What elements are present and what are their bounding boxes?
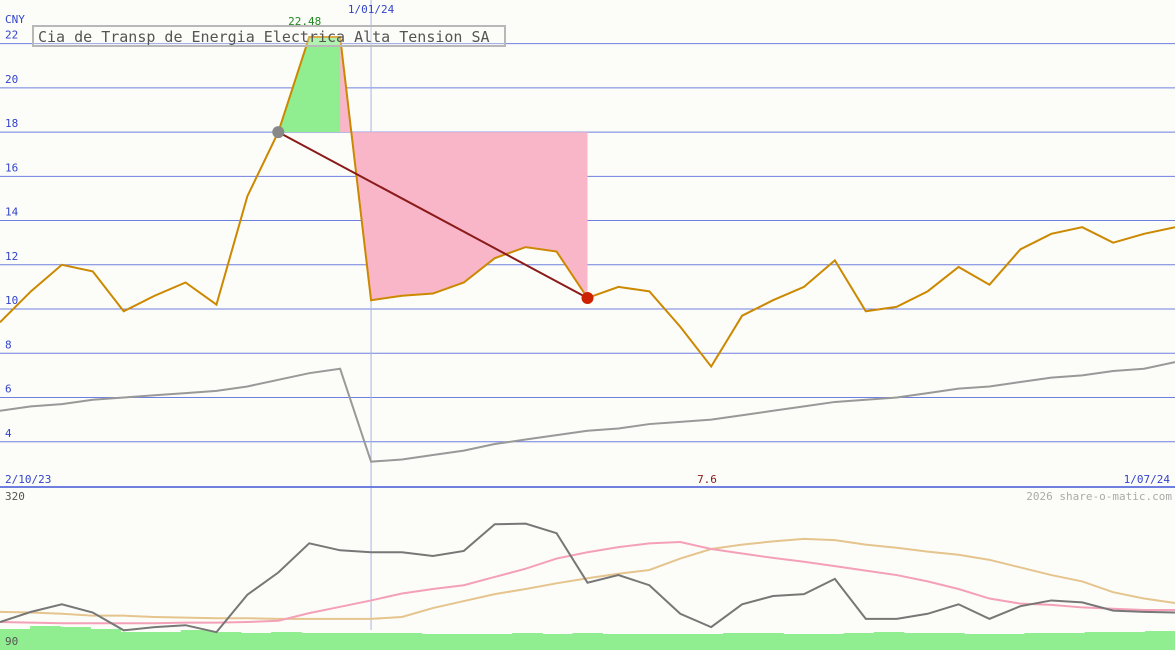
lower-y-min-label: 90 — [5, 635, 18, 648]
volume-bar — [451, 634, 483, 650]
lower-y-max-label: 320 — [5, 490, 25, 503]
volume-bar — [1144, 631, 1175, 650]
volume-bar — [1084, 632, 1116, 650]
gain-fill — [278, 36, 342, 133]
volume-bar — [301, 633, 332, 650]
volume-bar — [150, 632, 182, 650]
volume-bar — [1054, 633, 1086, 650]
y-tick-label-12: 12 — [5, 250, 18, 263]
chart-title-box: Cia de Transp de Energia Electrica Alta … — [32, 25, 506, 47]
volume-bar — [632, 634, 664, 650]
buy-marker — [272, 126, 285, 139]
volume-bar — [813, 634, 845, 650]
volume-bar — [783, 634, 814, 650]
sell-marker — [581, 291, 594, 304]
secondary-series-line — [0, 361, 1175, 463]
y-tick-label-22: 22 — [5, 29, 18, 42]
x-start-label: 2/10/23 — [5, 473, 51, 486]
volume-bar — [692, 634, 724, 650]
volume-bar — [723, 633, 754, 650]
y-tick-label-14: 14 — [5, 206, 19, 219]
volume-bar — [361, 633, 393, 650]
lower-panel: 320 90 2026 share-o-matic.com — [0, 490, 1175, 650]
volume-bar — [662, 634, 694, 650]
ma-slow-line — [0, 537, 1175, 620]
date-marker-label: 1/01/24 — [348, 3, 395, 16]
volume-bar — [210, 632, 242, 650]
volume-bar — [180, 630, 212, 650]
volume-bar — [873, 632, 905, 650]
volume-bar — [1024, 633, 1055, 650]
volume-bar — [572, 633, 604, 650]
stock-chart: 4 6 8 10 12 14 16 18 20 22 CNY 1/01/24 22.48 2/10/23 1… — [0, 0, 1175, 650]
upper-labels: 46810121416182022CNY1/01/2422.482/10/23 1… — [5, 3, 1170, 486]
volume-bar — [542, 634, 573, 650]
loss-fill — [340, 36, 588, 301]
upper-grid — [0, 0, 1175, 630]
volume-bar — [994, 634, 1025, 650]
volume-bar — [421, 634, 453, 650]
chart-title: Cia de Transp de Energia Electrica Alta … — [38, 28, 490, 46]
y-tick-label-4: 4 — [5, 427, 12, 440]
currency-label: CNY — [5, 13, 25, 26]
y-tick-label-20: 20 — [5, 73, 18, 86]
volume-bar — [391, 633, 423, 650]
chart-canvas: 46810121416182022CNY1/01/2422.482/10/23 1… — [0, 0, 1175, 650]
trade-fills — [278, 36, 588, 301]
watermark: 2026 share-o-matic.com — [1026, 490, 1172, 503]
volume-bar — [903, 633, 935, 650]
volume-bar — [753, 633, 784, 650]
x-end-label: 1/07/24 — [1124, 473, 1171, 486]
y-tick-label-16: 16 — [5, 161, 18, 174]
volume-bar — [120, 632, 152, 650]
volume-bar — [602, 634, 634, 650]
volume-bar — [933, 633, 965, 650]
volume-bar — [331, 633, 363, 650]
volume-bar — [271, 632, 302, 650]
volume-bar — [843, 633, 875, 650]
y-tick-label-10: 10 — [5, 294, 18, 307]
y-tick-label-8: 8 — [5, 338, 12, 351]
volume-bar — [90, 629, 122, 650]
volume-bar — [1114, 632, 1146, 650]
y-tick-label-18: 18 — [5, 117, 18, 130]
volume-bar — [30, 626, 61, 650]
volume-bar — [241, 633, 272, 650]
volume-bar — [482, 634, 513, 650]
volume-bar — [60, 627, 91, 650]
center-value-label: 7.6 — [697, 473, 717, 486]
volume-bar — [512, 633, 543, 650]
volume-bar — [964, 634, 995, 650]
y-tick-label-6: 6 — [5, 383, 12, 396]
